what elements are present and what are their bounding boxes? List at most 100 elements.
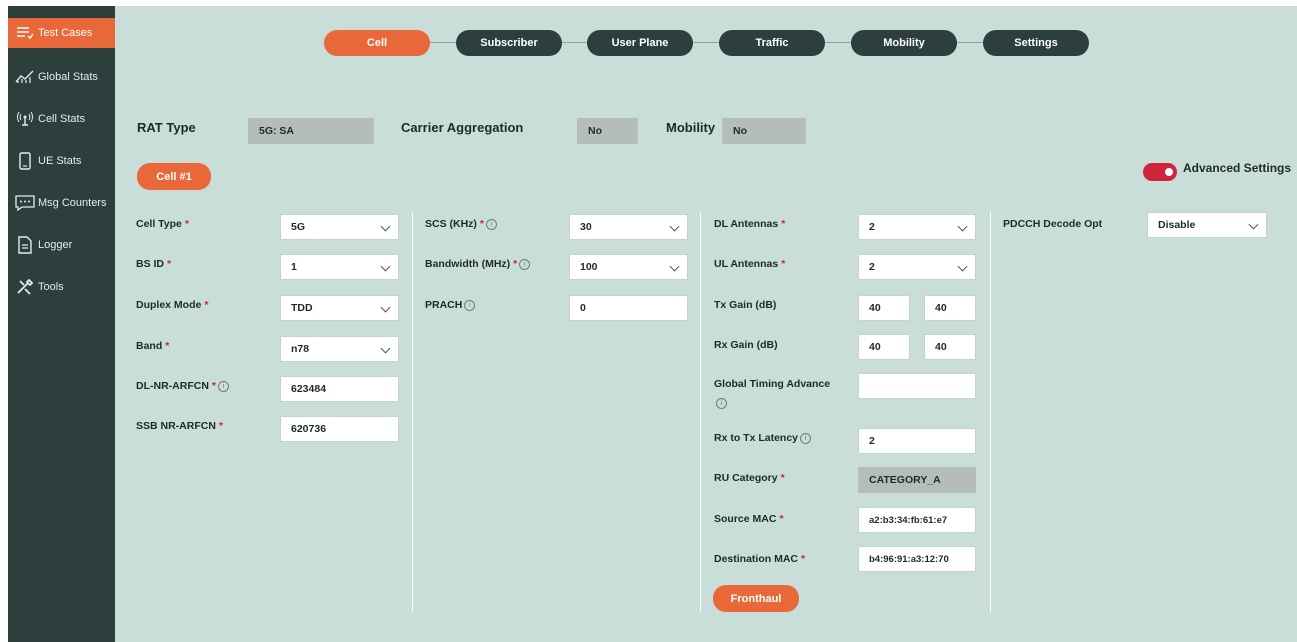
tab-connector	[824, 42, 854, 43]
cell-type-label: Cell Type *	[136, 218, 189, 230]
ru-category-field: CATEGORY_A	[858, 467, 976, 493]
cell-type-label-text: Cell Type	[136, 218, 182, 230]
duplex-mode-label: Duplex Mode *	[136, 299, 208, 311]
required-mark: *	[781, 258, 786, 270]
destination-mac-label: Destination MAC *	[714, 553, 805, 565]
scs-label-text: SCS (KHz)	[425, 218, 477, 230]
ru-category-label-text: RU Category	[714, 472, 778, 484]
duplex-mode-select[interactable]: TDD	[280, 295, 399, 321]
dl-antennas-value: 2	[869, 221, 875, 233]
advanced-settings-toggle[interactable]	[1143, 163, 1177, 181]
info-icon[interactable]: i	[464, 299, 476, 311]
sidebar-item-ue-stats[interactable]: UE Stats	[8, 142, 115, 180]
bandwidth-label-text: Bandwidth (MHz)	[425, 258, 511, 270]
cell-type-select[interactable]: 5G	[280, 214, 399, 240]
destination-mac-label-text: Destination MAC	[714, 553, 798, 565]
info-icon[interactable]: i	[218, 380, 229, 392]
rat-type-label: RAT Type	[137, 120, 196, 135]
source-mac-label-text: Source MAC	[714, 513, 777, 525]
bandwidth-value: 100	[580, 261, 598, 273]
rx-tx-latency-label-text: Rx to Tx Latency	[714, 432, 799, 444]
bandwidth-select[interactable]: 100	[569, 254, 688, 280]
sidebar-item-label: Cell Stats	[38, 113, 86, 125]
sidebar-item-tools[interactable]: Tools	[8, 268, 115, 306]
sidebar-item-global-stats[interactable]: Global Stats	[8, 58, 115, 96]
rx-gain-input-1[interactable]: 40	[858, 334, 910, 360]
dl-antennas-select[interactable]: 2	[858, 214, 976, 240]
tx-gain-input-2[interactable]: 40	[924, 295, 976, 321]
ssb-nr-arfcn-label: SSB NR-ARFCN *	[136, 420, 223, 432]
dl-nr-arfcn-label-text: DL-NR-ARFCN	[136, 380, 209, 392]
tx-gain-label: Tx Gain (dB)	[714, 299, 777, 311]
chevron-down-icon	[957, 221, 968, 232]
sidebar: Test Cases Global Stats Cell Stats UE St…	[8, 6, 115, 642]
sidebar-item-logger[interactable]: Logger	[8, 226, 115, 264]
mobility-label: Mobility	[666, 120, 716, 135]
tab-mobility[interactable]: Mobility	[851, 30, 957, 56]
source-mac-input[interactable]: a2:b3:34:fb:61:e7	[858, 507, 976, 533]
dl-antennas-label: DL Antennas *	[714, 218, 785, 230]
rx-gain-label: Rx Gain (dB)	[714, 339, 778, 351]
sidebar-item-test-cases[interactable]: Test Cases	[8, 18, 115, 48]
bs-id-label-text: BS ID	[136, 258, 165, 270]
document-icon	[14, 236, 36, 254]
carrier-aggregation-field: No	[577, 118, 638, 144]
global-timing-advance-label: Global Timing Advance	[714, 378, 831, 390]
chevron-down-icon	[380, 221, 391, 232]
duplex-mode-value: TDD	[291, 302, 313, 314]
bs-id-select[interactable]: 1	[280, 254, 399, 280]
scs-value: 30	[580, 221, 592, 233]
message-icon	[14, 195, 36, 211]
tx-gain-input-1[interactable]: 40	[858, 295, 910, 321]
tab-traffic[interactable]: Traffic	[719, 30, 825, 56]
info-icon[interactable]: i	[800, 432, 812, 444]
rx-tx-latency-input[interactable]: 2	[858, 428, 976, 454]
required-mark: *	[513, 258, 518, 270]
ul-antennas-label-text: UL Antennas	[714, 258, 779, 270]
ssb-nr-arfcn-input[interactable]: 620736	[280, 416, 399, 442]
pdcch-decode-select[interactable]: Disable	[1147, 212, 1267, 238]
destination-mac-input[interactable]: b4:96:91:a3:12:70	[858, 546, 976, 572]
required-mark: *	[780, 472, 785, 484]
tab-connector	[692, 42, 722, 43]
required-mark: *	[204, 299, 209, 311]
tools-icon	[14, 279, 36, 295]
fronthaul-button[interactable]: Fronthaul	[713, 585, 799, 612]
info-icon[interactable]: i	[486, 218, 498, 230]
chevron-down-icon	[380, 343, 391, 354]
tab-subscriber[interactable]: Subscriber	[456, 30, 562, 56]
info-icon[interactable]: i	[519, 258, 531, 270]
sidebar-item-label: Logger	[38, 239, 73, 251]
dl-nr-arfcn-input[interactable]: 623484	[280, 376, 399, 402]
antenna-icon	[14, 112, 36, 126]
tab-settings[interactable]: Settings	[983, 30, 1089, 56]
source-mac-label: Source MAC *	[714, 513, 784, 525]
band-select[interactable]: n78	[280, 336, 399, 362]
tab-user-plane[interactable]: User Plane	[587, 30, 693, 56]
tab-connector	[560, 42, 590, 43]
sidebar-item-cell-stats[interactable]: Cell Stats	[8, 100, 115, 138]
rx-gain-input-2[interactable]: 40	[924, 334, 976, 360]
chart-icon	[14, 70, 36, 84]
global-timing-advance-input[interactable]	[858, 373, 976, 399]
scs-select[interactable]: 30	[569, 214, 688, 240]
tab-connector	[956, 42, 986, 43]
phone-icon	[14, 152, 36, 170]
toggle-knob	[1165, 168, 1173, 176]
info-icon[interactable]: i	[716, 398, 727, 409]
sidebar-item-label: Msg Counters	[38, 197, 107, 209]
column-divider	[412, 212, 413, 612]
ul-antennas-value: 2	[869, 261, 875, 273]
main-panel	[8, 6, 1297, 642]
prach-input[interactable]: 0	[569, 295, 688, 321]
scs-label: SCS (KHz) * i	[425, 218, 498, 230]
tab-cell[interactable]: Cell	[324, 30, 430, 56]
rx-tx-latency-label: Rx to Tx Latency i	[714, 432, 812, 444]
required-mark: *	[779, 513, 784, 525]
cell-1-button[interactable]: Cell #1	[137, 163, 211, 190]
sidebar-item-msg-counters[interactable]: Msg Counters	[8, 184, 115, 222]
duplex-mode-label-text: Duplex Mode	[136, 299, 202, 311]
required-mark: *	[167, 258, 172, 270]
mobility-field: No	[722, 118, 806, 144]
ul-antennas-select[interactable]: 2	[858, 254, 976, 280]
